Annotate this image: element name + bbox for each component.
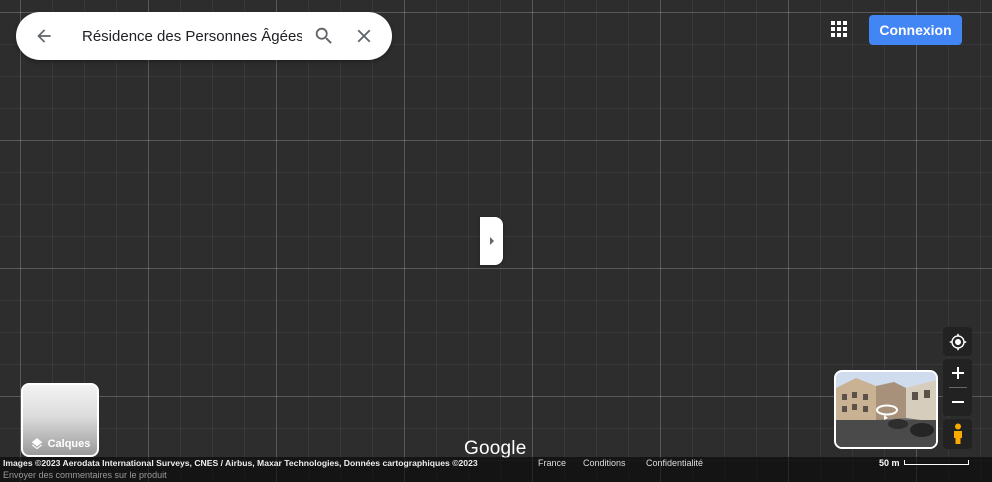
login-button[interactable]: Connexion	[869, 15, 962, 45]
search-input[interactable]	[80, 26, 304, 46]
layers-label-row: Calques	[23, 437, 97, 451]
my-location-button[interactable]	[943, 327, 972, 356]
back-button[interactable]	[24, 12, 64, 60]
feedback-link[interactable]: Envoyer des commentaires sur le produit	[0, 469, 992, 482]
minus-icon	[951, 401, 964, 403]
zoom-in-button[interactable]	[943, 359, 972, 387]
street-view-thumbnail[interactable]	[834, 370, 938, 449]
privacy-link[interactable]: Confidentialité	[646, 457, 703, 469]
country-link[interactable]: France	[538, 457, 566, 469]
search-box	[16, 12, 392, 60]
side-panel-toggle[interactable]	[480, 217, 503, 265]
layers-label: Calques	[47, 438, 91, 450]
clear-search-button[interactable]	[344, 12, 384, 60]
pegman-button[interactable]	[943, 419, 972, 449]
magnifier-icon	[315, 27, 332, 44]
scale-label[interactable]: 50 m	[879, 457, 900, 469]
chevron-right-icon	[489, 237, 494, 245]
layers-icon	[31, 438, 42, 450]
my-location-icon	[949, 333, 966, 350]
plus-icon	[951, 367, 964, 379]
scale-bar	[904, 460, 969, 465]
apps-grid-icon	[831, 21, 847, 37]
map-footer: Images ©2023 Aerodata International Surv…	[0, 457, 992, 469]
close-icon	[357, 29, 371, 43]
search-button[interactable]	[304, 12, 344, 60]
pegman-icon	[953, 423, 962, 444]
layers-button[interactable]: Calques	[21, 383, 99, 457]
zoom-out-button[interactable]	[943, 388, 972, 416]
google-apps-button[interactable]	[824, 14, 854, 44]
terms-link[interactable]: Conditions	[583, 457, 626, 469]
zoom-control	[943, 359, 972, 416]
rotate-360-icon	[876, 404, 898, 420]
map-attribution: Images ©2023 Aerodata International Surv…	[3, 458, 478, 468]
arrow-left-icon	[37, 29, 51, 43]
